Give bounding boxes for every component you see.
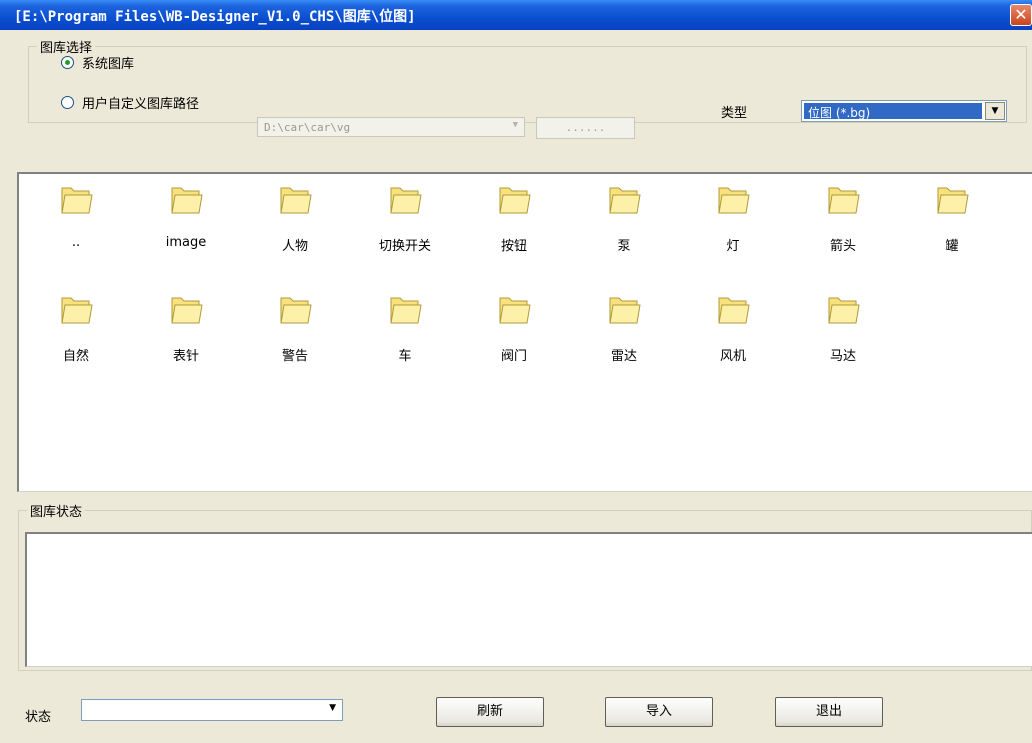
folder-icon bbox=[390, 297, 422, 324]
folder-item[interactable]: 马达 bbox=[803, 292, 883, 364]
folder-item[interactable]: .. bbox=[36, 182, 116, 254]
folder-item[interactable]: image bbox=[146, 182, 226, 254]
folder-icon bbox=[937, 187, 969, 214]
folder-item[interactable]: 警告 bbox=[255, 292, 335, 364]
folder-label: 箭头 bbox=[829, 239, 856, 254]
exit-button[interactable]: 退出 bbox=[775, 697, 883, 727]
folder-icon bbox=[828, 187, 860, 214]
folder-label: 按钮 bbox=[500, 239, 527, 254]
folder-item[interactable]: 按钮 bbox=[474, 182, 554, 254]
folder-icon bbox=[390, 187, 422, 214]
radio-checked-icon bbox=[61, 56, 74, 69]
folder-item[interactable]: 灯 bbox=[693, 182, 773, 254]
browse-button[interactable]: ...... bbox=[536, 117, 635, 139]
system-library-label: 系统图库 bbox=[82, 57, 135, 72]
folder-label: 马达 bbox=[829, 349, 856, 364]
folder-icon bbox=[61, 187, 93, 214]
folder-label: 罐 bbox=[945, 239, 959, 254]
folder-icon bbox=[171, 297, 203, 324]
folder-icon bbox=[280, 187, 312, 214]
folder-icon bbox=[609, 187, 641, 214]
custom-library-label: 用户自定义图库路径 bbox=[82, 97, 200, 112]
type-select-value: 位图 (*.bg) bbox=[804, 103, 982, 120]
folder-item[interactable]: 表针 bbox=[146, 292, 226, 364]
chevron-down-icon: ▼ bbox=[329, 703, 336, 713]
type-select[interactable]: 位图 (*.bg) ▼ bbox=[801, 100, 1007, 122]
custom-library-radio[interactable]: 用户自定义图库路径 bbox=[61, 93, 199, 112]
refresh-button[interactable]: 刷新 bbox=[436, 697, 544, 727]
folder-item[interactable]: 阀门 bbox=[474, 292, 554, 364]
folder-label: 泵 bbox=[617, 239, 631, 254]
state-label: 状态 bbox=[25, 710, 52, 725]
title-bar[interactable]: [E:\Program Files\WB-Designer_V1.0_CHS\图… bbox=[0, 0, 1032, 30]
folder-icon bbox=[499, 297, 531, 324]
library-status-legend: 图库状态 bbox=[30, 505, 83, 520]
custom-path-value: D:\car\car\vg bbox=[264, 121, 351, 134]
folder-item[interactable]: 风机 bbox=[693, 292, 773, 364]
folder-icon bbox=[61, 297, 93, 324]
folder-icon bbox=[828, 297, 860, 324]
folder-label: 人物 bbox=[281, 239, 308, 254]
folder-item[interactable]: 切换开关 bbox=[365, 182, 445, 254]
folder-icon bbox=[171, 187, 203, 214]
folder-label: 切换开关 bbox=[378, 239, 431, 254]
folder-label: 自然 bbox=[62, 349, 89, 364]
file-list[interactable]: .. image 人物 切换开关 按钮 泵 灯 箭头 罐自然 表针 警告 车 阀门 雷达 风机 马达 bbox=[17, 172, 1032, 492]
folder-icon bbox=[499, 187, 531, 214]
folder-icon bbox=[280, 297, 312, 324]
folder-label: 车 bbox=[398, 349, 412, 364]
chevron-down-icon: ▼ bbox=[512, 120, 518, 130]
folder-item[interactable]: 泵 bbox=[584, 182, 664, 254]
folder-label: 警告 bbox=[281, 349, 308, 364]
window-title: [E:\Program Files\WB-Designer_V1.0_CHS\图… bbox=[14, 9, 416, 25]
folder-label: 灯 bbox=[726, 239, 740, 254]
state-select[interactable]: ▼ bbox=[81, 699, 343, 721]
custom-path-combo[interactable]: D:\car\car\vg ▼ bbox=[257, 117, 525, 137]
folder-item[interactable]: 车 bbox=[365, 292, 445, 364]
close-button[interactable]: ✕ bbox=[1010, 4, 1032, 26]
folder-item[interactable]: 罐 bbox=[912, 182, 992, 254]
radio-unchecked-icon bbox=[61, 96, 74, 109]
folder-label: 阀门 bbox=[500, 349, 527, 364]
folder-label: image bbox=[165, 235, 207, 250]
folder-label: 风机 bbox=[719, 349, 746, 364]
folder-item[interactable]: 自然 bbox=[36, 292, 116, 364]
folder-label: 雷达 bbox=[610, 349, 637, 364]
import-button[interactable]: 导入 bbox=[605, 697, 713, 727]
type-label: 类型 bbox=[721, 106, 748, 121]
folder-item[interactable]: 人物 bbox=[255, 182, 335, 254]
folder-item[interactable]: 雷达 bbox=[584, 292, 664, 364]
system-library-radio[interactable]: 系统图库 bbox=[61, 53, 134, 72]
close-icon: ✕ bbox=[1014, 5, 1028, 24]
folder-icon bbox=[609, 297, 641, 324]
folder-item[interactable]: 箭头 bbox=[803, 182, 883, 254]
folder-label: .. bbox=[71, 235, 81, 250]
status-text-area[interactable] bbox=[25, 532, 1032, 667]
folder-label: 表针 bbox=[172, 349, 199, 364]
chevron-down-icon[interactable]: ▼ bbox=[985, 102, 1005, 120]
folder-icon bbox=[718, 297, 750, 324]
folder-icon bbox=[718, 187, 750, 214]
